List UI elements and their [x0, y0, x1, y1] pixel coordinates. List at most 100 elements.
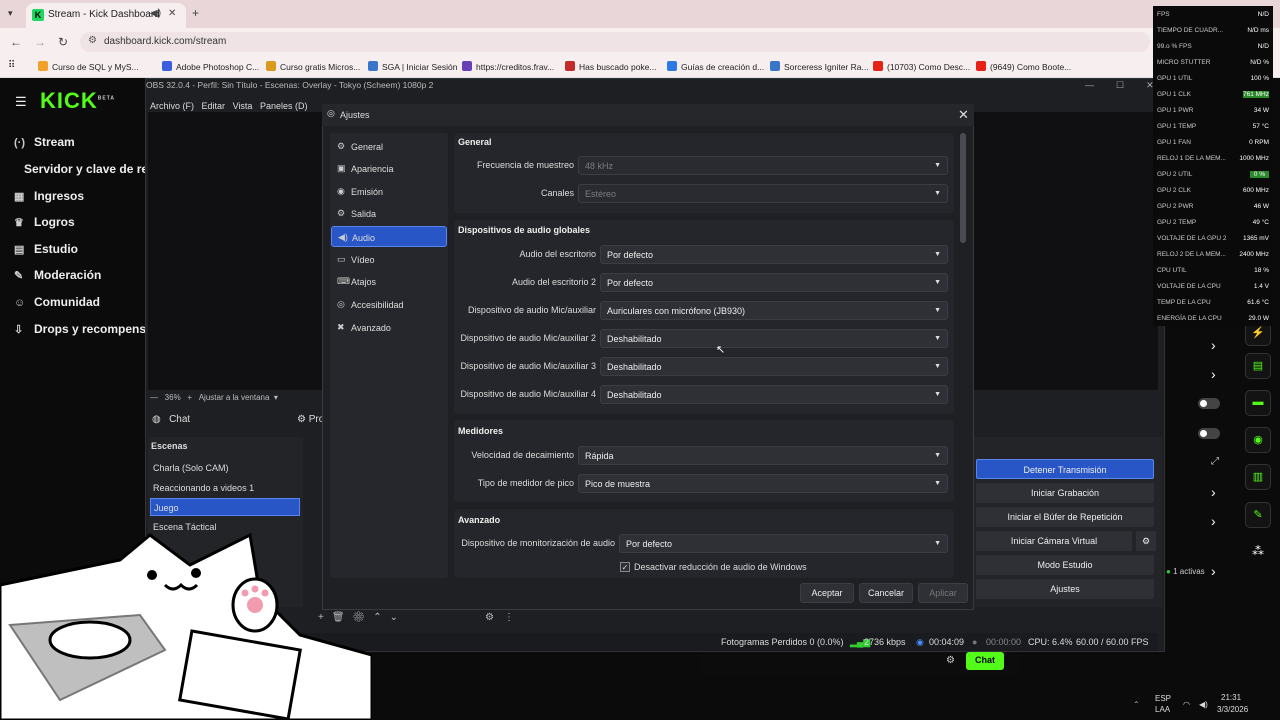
wifi-icon[interactable]: ◠	[1183, 700, 1190, 709]
close-icon[interactable]: ✕	[958, 107, 969, 123]
more-icon[interactable]: ⁂	[1252, 544, 1264, 558]
chevron-down-icon: ▼	[934, 452, 941, 459]
bookmark[interactable]: Adobe Photoshop C...	[162, 61, 259, 72]
note-icon[interactable]: ▤	[1245, 353, 1271, 379]
nav-studio[interactable]: ▤ Estudio	[14, 242, 78, 256]
apps-icon[interactable]: ⠿	[8, 60, 15, 71]
nav-drops[interactable]: ⇩ Drops y recompensas	[14, 322, 159, 336]
settings-nav-output[interactable]: ⚙ Salida	[331, 203, 447, 224]
desktop-audio-2-select[interactable]: Por defecto ▼	[600, 273, 948, 292]
settings-nav-appearance[interactable]: ▣ Apariencia	[331, 158, 447, 179]
menu-docks[interactable]: Paneles (D)	[260, 101, 308, 111]
replay-buffer-button[interactable]: Iniciar el Búfer de Repetición	[976, 507, 1154, 527]
audio-icon[interactable]: ◀)	[150, 8, 161, 19]
chevron-right-icon[interactable]: ›	[1211, 366, 1216, 382]
menu-file[interactable]: Archivo (F)	[150, 101, 194, 111]
toggle[interactable]	[1198, 398, 1220, 409]
decay-select[interactable]: Rápida ▼	[578, 446, 948, 465]
back-icon[interactable]: ←	[10, 35, 22, 49]
nav-server-key[interactable]: Servidor y clave de retra	[24, 162, 163, 176]
menu-edit[interactable]: Editar	[202, 101, 226, 111]
broadcast-icon[interactable]: ◉	[1245, 427, 1271, 453]
settings-nav-advanced[interactable]: ✖ Avanzado	[331, 317, 447, 338]
bookmark[interactable]: Has buscado poke...	[565, 61, 657, 72]
forward-icon[interactable]: →	[34, 35, 46, 49]
stop-streaming-button[interactable]: Detener Transmisión	[976, 459, 1154, 479]
chat-bubble-icon[interactable]: ▬	[1245, 390, 1271, 416]
settings-nav-accessibility[interactable]: ◎ Accesibilidad	[331, 294, 447, 315]
bookmark-icon	[770, 61, 780, 71]
layout-icon[interactable]: ▥	[1245, 464, 1271, 490]
bookmark[interactable]: Curso gratis Micros...	[266, 61, 360, 72]
cancel-button[interactable]: Cancelar	[859, 583, 913, 603]
virtual-camera-button[interactable]: Iniciar Cámara Virtual	[976, 531, 1132, 551]
virtual-camera-settings-icon[interactable]: ⚙	[1136, 531, 1156, 551]
bookmark[interactable]: (9649) Como Boote...	[976, 61, 1071, 72]
volume-icon[interactable]: ◀)	[1199, 700, 1208, 709]
bookmark[interactable]: Curso de SQL y MyS...	[38, 61, 139, 72]
properties-dock-tab[interactable]: ⚙ Pro	[297, 414, 324, 425]
tab-search-icon[interactable]: ▾	[8, 8, 13, 19]
clock-date[interactable]: 3/3/2026	[1217, 705, 1248, 714]
kick-favicon-icon: K	[32, 9, 44, 21]
sample-rate-select[interactable]: 48 kHz ▼	[578, 156, 948, 175]
settings-nav-audio[interactable]: ◀) Audio	[331, 226, 447, 247]
mic-aux-3-select[interactable]: Deshabilitado ▼	[600, 357, 948, 376]
address-bar[interactable]: ⚙ dashboard.kick.com/stream	[80, 32, 1150, 52]
chevron-right-icon[interactable]: ›	[1211, 484, 1216, 500]
nav-stream[interactable]: (·) Stream	[14, 135, 75, 149]
monitoring-device-select[interactable]: Por defecto ▼	[619, 534, 948, 553]
peak-select[interactable]: Pico de muestra ▼	[578, 474, 948, 493]
chevron-right-icon[interactable]: ›	[1211, 563, 1216, 579]
chat-settings-icon[interactable]: ⚙	[946, 655, 955, 666]
nav-revenue[interactable]: ▦ Ingresos	[14, 189, 84, 203]
chevron-right-icon[interactable]: ›	[1211, 513, 1216, 529]
mic-aux-4-select[interactable]: Deshabilitado ▼	[600, 385, 948, 404]
channels-select[interactable]: Estéreo ▼	[578, 184, 948, 203]
bookmark[interactable]: Sorceress Igniter Ra...	[770, 61, 869, 72]
settings-nav-hotkeys[interactable]: ⌨ Atajos	[331, 271, 447, 292]
chat-dock-tab[interactable]: ◍ Chat	[152, 414, 190, 425]
chevron-right-icon[interactable]: ›	[1211, 337, 1216, 353]
settings-nav-general[interactable]: ⚙ General	[331, 136, 447, 157]
new-tab-icon[interactable]: +	[192, 6, 199, 20]
source-toolbar[interactable]: ⚙⋮	[485, 612, 524, 623]
bookmark[interactable]: Guías de creación d...	[667, 61, 764, 72]
reload-icon[interactable]: ↻	[58, 35, 68, 49]
chat-send-button[interactable]: Chat	[966, 652, 1004, 670]
scene-item[interactable]: Charla (Solo CAM)	[150, 459, 300, 477]
site-info-icon[interactable]: ⚙	[88, 35, 97, 46]
bookmark[interactable]: SGA | Iniciar Sesión	[368, 61, 457, 72]
start-recording-button[interactable]: Iniciar Grabación	[976, 483, 1154, 503]
mic-aux-select[interactable]: Auriculares con micrófono (JB930) ▼	[600, 301, 948, 320]
menu-view[interactable]: Vista	[233, 101, 253, 111]
scene-item[interactable]: Reaccionando a videos 1	[150, 479, 300, 497]
browser-tab[interactable]: K Stream - Kick Dashboard ◀) ✕	[26, 3, 186, 28]
bookmark[interactable]: (10703) Como Desc...	[873, 61, 970, 72]
mic-aux-2-select[interactable]: Deshabilitado ▼	[600, 329, 948, 348]
studio-mode-button[interactable]: Modo Estudio	[976, 555, 1154, 575]
settings-nav-stream[interactable]: ◉ Emisión	[331, 181, 447, 202]
close-tab-icon[interactable]: ✕	[168, 8, 176, 19]
accept-button[interactable]: Aceptar	[800, 583, 854, 603]
settings-button[interactable]: Ajustes	[976, 579, 1154, 599]
nav-community[interactable]: ☺ Comunidad	[14, 295, 100, 309]
settings-scrollbar[interactable]	[960, 133, 966, 243]
wrench-icon[interactable]: ✎	[1245, 502, 1271, 528]
chart-icon[interactable]: ⤢	[1211, 456, 1219, 467]
desktop-audio-select[interactable]: Por defecto ▼	[600, 245, 948, 264]
language-indicator[interactable]: ESP	[1155, 694, 1171, 703]
menu-icon[interactable]: ☰	[15, 94, 27, 110]
bookmark[interactable]: https://creditos.frav...	[462, 61, 554, 72]
ducking-checkbox[interactable]: ✓	[620, 562, 630, 572]
apply-button[interactable]: Aplicar	[918, 583, 968, 603]
nav-achievements[interactable]: ♛ Logros	[14, 215, 75, 229]
clock-time[interactable]: 21:31	[1221, 693, 1241, 702]
tray-arrow-icon[interactable]: ⌃	[1133, 700, 1140, 709]
region-indicator[interactable]: LAA	[1155, 705, 1170, 714]
toggle[interactable]	[1198, 428, 1220, 439]
kick-logo[interactable]: KICKBETA	[40, 88, 115, 114]
nav-moderation[interactable]: ✎ Moderación	[14, 268, 101, 282]
zoom-bar[interactable]: — 36% + Ajustar a la ventana ▾	[150, 393, 278, 402]
settings-nav-video[interactable]: ▭ Vídeo	[331, 249, 447, 270]
